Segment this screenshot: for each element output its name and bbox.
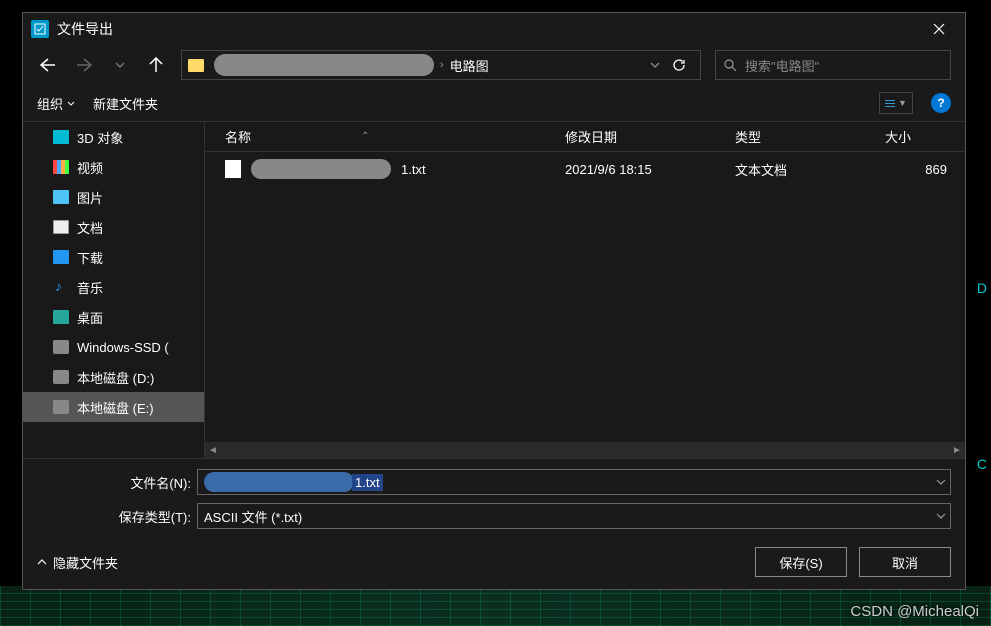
sidebar-item[interactable]: 下载 [23, 242, 204, 272]
ico-video-icon [53, 160, 69, 174]
sidebar: 3D 对象视频图片文档下载音乐桌面 Windows-SSD ( 本地磁盘 (D:) 本… [23, 122, 205, 458]
ico-disk-icon [53, 400, 69, 414]
sidebar-item-label: 3D 对象 [77, 128, 123, 147]
address-bar[interactable]: › 电路图 [181, 50, 701, 80]
close-button[interactable] [921, 15, 957, 43]
sidebar-item[interactable]: 本地磁盘 (E:) [23, 392, 204, 422]
filename-label: 文件名(N): [37, 473, 197, 492]
organize-button[interactable]: 组织 [37, 94, 75, 113]
sidebar-item[interactable]: 本地磁盘 (D:) [23, 362, 204, 392]
sidebar-item[interactable]: 音乐 [23, 272, 204, 302]
ico-3d-icon [53, 130, 69, 144]
search-icon [724, 59, 737, 72]
file-list[interactable]: 1.txt 2021/9/6 18:15文本文档869 [205, 152, 965, 442]
sidebar-item[interactable]: 视频 [23, 152, 204, 182]
sidebar-item-label: 视频 [77, 158, 103, 177]
list-icon [885, 100, 895, 107]
bg-label-d: D [977, 280, 987, 296]
forward-button[interactable] [73, 54, 95, 76]
sidebar-item-label: 音乐 [77, 278, 103, 297]
sidebar-item-label: 桌面 [77, 308, 103, 327]
bottom-panel: 文件名(N): 1.txt 保存类型(T): ASCII 文件 (*.txt) … [23, 458, 965, 589]
ico-disk-icon [53, 370, 69, 384]
filetype-label: 保存类型(T): [37, 507, 197, 526]
up-button[interactable] [145, 54, 167, 76]
ico-disk-icon [53, 340, 69, 354]
watermark: CSDN @MichealQi [850, 603, 979, 620]
sidebar-item-label: 文档 [77, 218, 103, 237]
new-folder-button[interactable]: 新建文件夹 [93, 94, 158, 113]
dialog-title: 文件导出 [57, 19, 921, 39]
refresh-button[interactable] [672, 58, 694, 72]
sort-asc-icon: ⌃ [361, 131, 369, 142]
column-type[interactable]: 类型 [735, 127, 885, 146]
nav-bar: › 电路图 搜索"电路图" [23, 45, 965, 85]
file-type: 文本文档 [735, 160, 885, 179]
ico-doc-icon [53, 220, 69, 234]
ico-music-icon [53, 280, 69, 294]
column-date[interactable]: 修改日期 [565, 127, 735, 146]
cancel-button[interactable]: 取消 [859, 547, 951, 577]
folder-icon [188, 59, 204, 72]
ico-pic-icon [53, 190, 69, 204]
sidebar-item[interactable]: Windows-SSD ( [23, 332, 204, 362]
filetype-select[interactable]: ASCII 文件 (*.txt) [197, 503, 951, 529]
horizontal-scrollbar[interactable]: ◄ ► [205, 442, 965, 458]
chevron-down-icon[interactable] [936, 513, 946, 519]
sidebar-item-label: 本地磁盘 (E:) [77, 398, 154, 417]
column-name[interactable]: 名称⌃ [225, 127, 565, 146]
close-icon [933, 23, 945, 35]
path-redacted [214, 54, 434, 76]
search-placeholder: 搜索"电路图" [745, 56, 819, 75]
toolbar: 组织 新建文件夹 ▼ ? [23, 85, 965, 121]
column-size[interactable]: 大小 [885, 127, 965, 146]
dialog-body: 3D 对象视频图片文档下载音乐桌面 Windows-SSD ( 本地磁盘 (D:) 本… [23, 121, 965, 458]
sidebar-item[interactable]: 3D 对象 [23, 122, 204, 152]
file-size: 869 [885, 162, 965, 177]
column-headers: 名称⌃ 修改日期 类型 大小 [205, 122, 965, 152]
scroll-left-icon[interactable]: ◄ [205, 445, 221, 456]
chevron-down-icon: ▼ [898, 98, 907, 108]
hide-folders-toggle[interactable]: 隐藏文件夹 [37, 553, 118, 572]
app-icon [31, 20, 49, 38]
recent-dropdown[interactable] [109, 54, 131, 76]
back-button[interactable] [37, 54, 59, 76]
filetype-value: ASCII 文件 (*.txt) [204, 507, 302, 526]
view-options-button[interactable]: ▼ [879, 92, 913, 114]
chevron-up-icon [37, 559, 47, 565]
sidebar-item-label: Windows-SSD ( [77, 340, 169, 355]
sidebar-item[interactable]: 桌面 [23, 302, 204, 332]
help-button[interactable]: ? [931, 93, 951, 113]
sidebar-item[interactable]: 文档 [23, 212, 204, 242]
filename-redacted [204, 472, 354, 492]
filename-input[interactable]: 1.txt [197, 469, 951, 495]
background-circuit [0, 586, 991, 626]
file-export-dialog: 文件导出 › 电路图 搜索"电路图" 组织 新建文件夹 ▼ ? [22, 12, 966, 590]
ico-desk-icon [53, 310, 69, 324]
scroll-right-icon[interactable]: ► [949, 445, 965, 456]
path-dropdown-icon[interactable] [650, 62, 660, 68]
file-area: 名称⌃ 修改日期 类型 大小 1.txt 2021/9/6 18:15文本文档86… [205, 122, 965, 458]
file-date: 2021/9/6 18:15 [565, 162, 735, 177]
path-segment[interactable]: 电路图 [450, 56, 489, 75]
search-box[interactable]: 搜索"电路图" [715, 50, 951, 80]
file-name-suffix: 1.txt [401, 162, 426, 177]
titlebar: 文件导出 [23, 13, 965, 45]
ico-dl-icon [53, 250, 69, 264]
sidebar-item-label: 下载 [77, 248, 103, 267]
chevron-down-icon[interactable] [936, 479, 946, 485]
filename-suffix: 1.txt [352, 474, 383, 491]
sidebar-item[interactable]: 图片 [23, 182, 204, 212]
save-button[interactable]: 保存(S) [755, 547, 847, 577]
file-row[interactable]: 1.txt 2021/9/6 18:15文本文档869 [205, 152, 965, 186]
sidebar-item-label: 本地磁盘 (D:) [77, 368, 154, 387]
chevron-down-icon [67, 101, 75, 106]
chevron-right-icon: › [440, 59, 444, 71]
sidebar-item-label: 图片 [77, 188, 103, 207]
bg-label-c: C [977, 456, 987, 472]
filename-redacted [251, 159, 391, 179]
text-file-icon [225, 160, 241, 178]
